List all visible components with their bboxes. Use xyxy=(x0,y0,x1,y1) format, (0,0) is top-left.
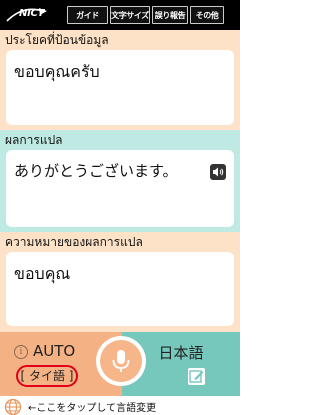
translation-text-box: ありがとうございます。 xyxy=(6,150,234,227)
meaning-text: ขอบคุณ xyxy=(14,264,71,283)
mic-button[interactable] xyxy=(100,340,142,382)
logo-text: NICT xyxy=(19,8,45,19)
language-change-hint: ←ここをタップして言語変更 xyxy=(28,403,157,414)
translation-text: ありがとうございます。 xyxy=(14,162,178,180)
meaning-section-label: ความหมายของผลการแปล xyxy=(5,235,143,249)
font-size-button[interactable]: 文字サイズ xyxy=(110,6,150,24)
microphone-icon xyxy=(112,350,130,372)
top-bar: NICT ガイド 文字サイズ 誤り報告 その他 xyxy=(0,0,240,30)
input-text: ขอบคุณครับ xyxy=(14,62,100,81)
meaning-text-box: ขอบคุณ xyxy=(6,252,234,326)
input-section-label: ประโยคที่ป้อนข้อมูล xyxy=(5,33,109,47)
translation-section-label: ผลการแปล xyxy=(5,133,63,147)
other-button[interactable]: その他 xyxy=(190,6,224,24)
globe-icon[interactable] xyxy=(4,398,22,415)
speaker-icon[interactable] xyxy=(210,164,226,180)
input-text-box[interactable]: ขอบคุณครับ xyxy=(6,50,234,125)
edit-icon[interactable] xyxy=(188,368,205,385)
auto-label: AUTO xyxy=(33,342,76,360)
source-language-button[interactable]: [ タイ語 ] xyxy=(16,365,78,387)
info-icon[interactable]: i xyxy=(14,345,28,359)
guide-button[interactable]: ガイド xyxy=(67,6,108,24)
error-report-button[interactable]: 誤り報告 xyxy=(152,6,188,24)
top-menu: ガイド 文字サイズ 誤り報告 その他 xyxy=(65,6,224,24)
